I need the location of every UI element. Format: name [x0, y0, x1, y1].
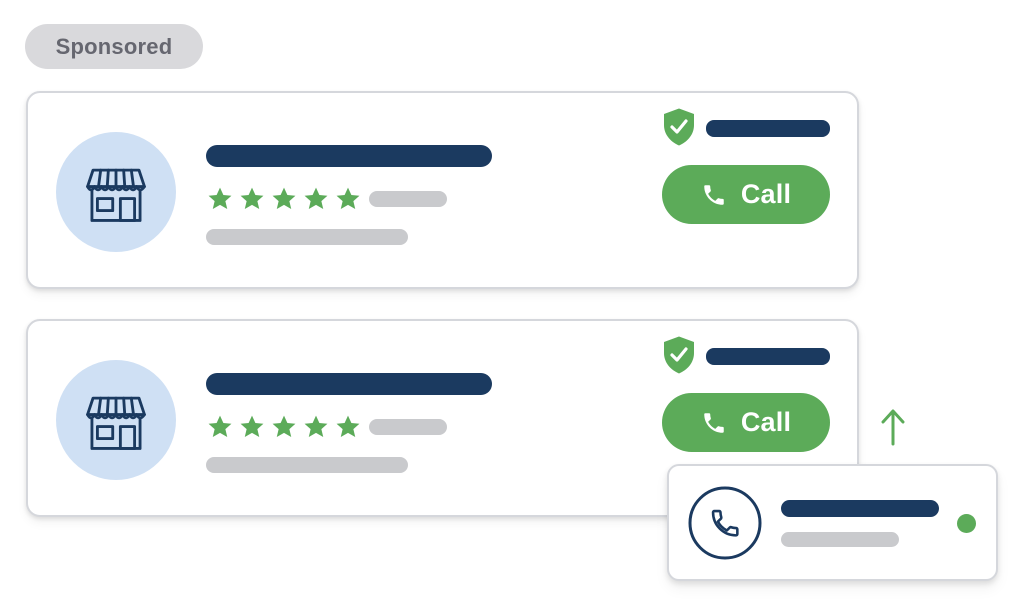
shield-check-icon	[664, 108, 694, 146]
address-placeholder	[206, 229, 408, 245]
business-name-placeholder	[206, 373, 492, 395]
star-icon	[336, 187, 360, 210]
review-count-placeholder	[369, 419, 447, 435]
store-avatar	[56, 360, 176, 480]
phone-icon	[704, 184, 724, 205]
call-notification-card[interactable]	[667, 464, 998, 581]
star-icon	[240, 187, 264, 210]
star-icon	[240, 415, 264, 438]
sponsored-badge: Sponsored	[25, 24, 203, 69]
phone-circle-icon	[688, 486, 762, 560]
verified-label-placeholder	[706, 348, 830, 365]
star-icon	[336, 415, 360, 438]
online-status-indicator	[957, 514, 976, 533]
call-button-label: Call	[740, 179, 792, 209]
review-count-placeholder	[369, 191, 447, 207]
verified-label-placeholder	[706, 120, 830, 137]
listing-card[interactable]: Call	[26, 91, 859, 289]
business-name-placeholder	[206, 145, 492, 167]
star-rating	[206, 185, 362, 213]
call-button[interactable]: Call	[662, 393, 830, 452]
caller-name-placeholder	[781, 500, 939, 517]
address-placeholder	[206, 457, 408, 473]
store-avatar	[56, 132, 176, 252]
star-icon	[208, 187, 232, 210]
phone-icon	[704, 412, 724, 433]
star-icon	[304, 187, 328, 210]
shield-check-icon	[664, 336, 694, 374]
star-icon	[272, 415, 296, 438]
star-icon	[208, 415, 232, 438]
call-button[interactable]: Call	[662, 165, 830, 224]
star-icon	[272, 187, 296, 210]
star-rating	[206, 413, 362, 441]
storefront-icon	[86, 168, 146, 222]
arrow-up-icon	[881, 409, 905, 446]
storefront-icon	[86, 396, 146, 450]
call-button-label: Call	[740, 407, 792, 437]
star-icon	[304, 415, 328, 438]
caller-detail-placeholder	[781, 532, 899, 547]
